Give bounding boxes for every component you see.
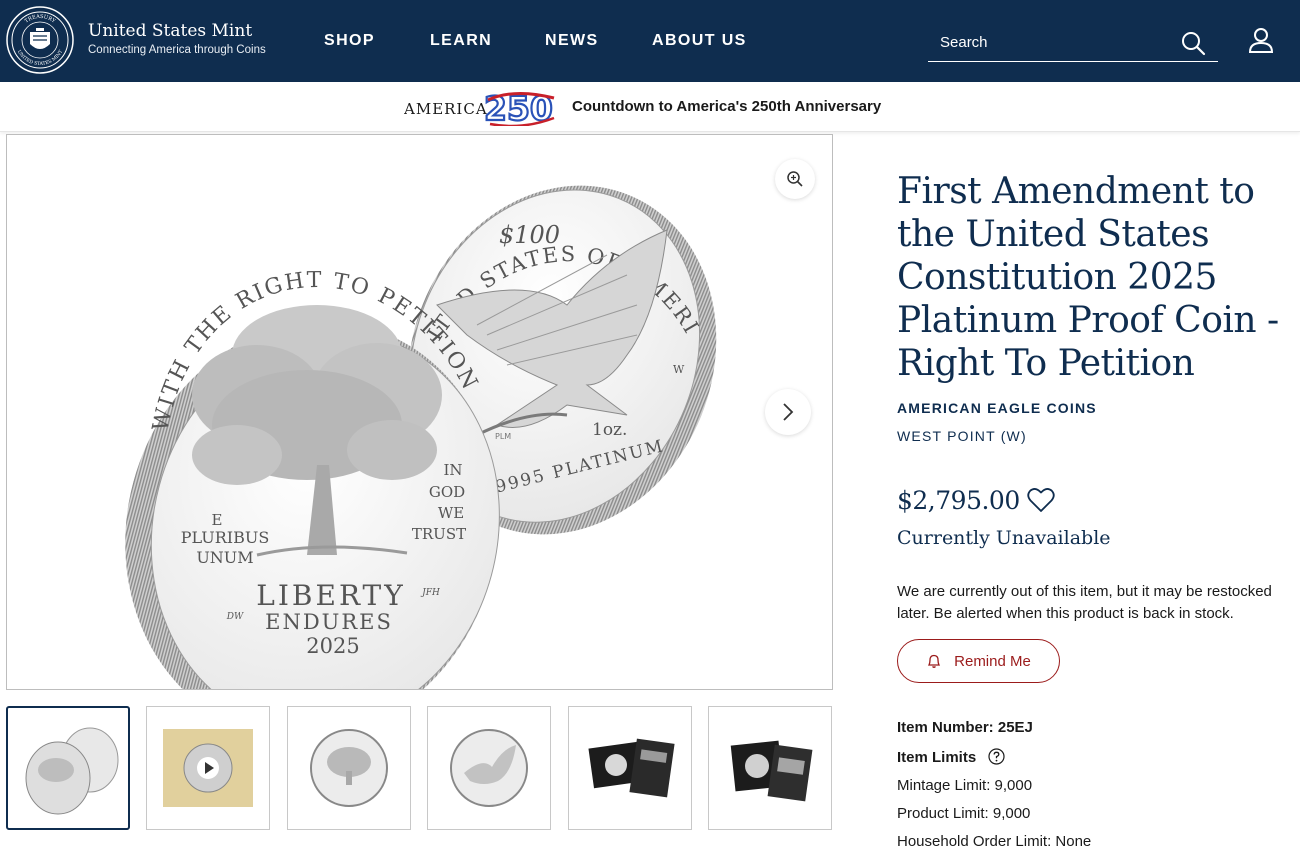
motto-unum: UNUM: [196, 548, 253, 567]
product-mint: WEST POINT (W): [897, 428, 1027, 444]
motto-e: E: [212, 511, 223, 529]
mintage-limit: Mintage Limit: 9,000: [897, 777, 1033, 794]
nav-about-us[interactable]: ABOUT US: [652, 32, 747, 50]
zoom-button[interactable]: [775, 159, 815, 199]
reverse-denomination: $100: [499, 221, 560, 249]
main-product-image[interactable]: UNITED STATES OF AMERICA $100 1oz. W PLM…: [6, 134, 833, 690]
wishlist-heart-icon[interactable]: [1027, 487, 1055, 513]
household-order-limit: Household Order Limit: None: [897, 833, 1092, 850]
thumbnail-obverse[interactable]: [287, 706, 411, 830]
anniversary-banner[interactable]: AMERICA 250 Countdown to America's 250th…: [0, 82, 1300, 132]
motto-trust: TRUST: [412, 525, 466, 543]
product-category[interactable]: AMERICAN EAGLE COINS: [897, 400, 1097, 416]
product-limit: Product Limit: 9,000: [897, 805, 1031, 822]
chevron-right-icon: [783, 403, 794, 421]
thumbnail-reverse-image: [450, 729, 528, 807]
thumbnail-obverse-image: [310, 729, 388, 807]
coin-pair-image: UNITED STATES OF AMERICA $100 1oz. W PLM…: [7, 135, 717, 689]
product-title: First Amendment to the United States Con…: [897, 171, 1279, 384]
obverse-initials-left: DW: [226, 612, 244, 622]
thumbnail-video-image: [163, 729, 253, 807]
obverse-year: 2025: [306, 634, 359, 658]
nav-shop[interactable]: SHOP: [324, 32, 375, 50]
item-number-label: Item Number:: [897, 719, 994, 736]
thumbnail-case-closed-image: [730, 740, 813, 802]
remind-me-button[interactable]: Remind Me: [897, 639, 1060, 683]
next-image-button[interactable]: [765, 389, 811, 435]
item-limits-label: Item Limits: [897, 749, 977, 766]
thumbnail-video[interactable]: [146, 706, 270, 830]
motto-we: WE: [438, 504, 464, 522]
obverse-initials-right: JFH: [420, 588, 440, 598]
help-icon[interactable]: [988, 748, 1005, 765]
thumbnail-case-open[interactable]: [568, 706, 692, 830]
zoom-in-icon: [787, 171, 803, 187]
item-limits: Item Limits: [897, 748, 1005, 766]
brand-name: United States Mint: [88, 21, 253, 41]
availability-status: Currently Unavailable: [897, 527, 1111, 549]
motto-in: IN: [443, 461, 462, 479]
thumbnail-coin-pair[interactable]: [6, 706, 130, 830]
thumbnail-case-closed[interactable]: [708, 706, 832, 830]
banner-text: Countdown to America's 250th Anniversary: [572, 98, 882, 115]
product-price: $2,795.00: [897, 486, 1020, 515]
nav-news[interactable]: NEWS: [545, 32, 599, 50]
thumbnail-case-open-image: [588, 738, 675, 798]
mint-seal-logo[interactable]: TREASURY UNITED STATES MINT: [6, 6, 74, 74]
item-number-value: 25EJ: [997, 719, 1033, 736]
reverse-weight: 1oz.: [592, 420, 627, 440]
svg-text:AMERICA: AMERICA: [404, 100, 488, 118]
motto-pluribus: PLURIBUS: [181, 528, 270, 547]
bell-icon: [928, 654, 941, 668]
search-icon[interactable]: [1180, 30, 1206, 56]
item-number: Item Number: 25EJ: [897, 719, 1033, 736]
motto-god: GOD: [429, 483, 465, 501]
nav-learn[interactable]: LEARN: [430, 32, 492, 50]
account-icon[interactable]: [1246, 26, 1276, 56]
remind-me-label: Remind Me: [954, 652, 1031, 670]
america-250-logo: AMERICA 250: [404, 90, 555, 126]
thumbnail-coin-pair-image: [25, 727, 119, 815]
search-bar: [928, 24, 1218, 62]
reverse-mint-mark: W: [673, 363, 685, 376]
obverse-endures: ENDURES: [265, 610, 393, 634]
site-header: TREASURY UNITED STATES MINT United State…: [0, 0, 1300, 82]
brand-tagline: Connecting America through Coins: [88, 44, 266, 56]
search-input[interactable]: [940, 31, 1170, 53]
obverse-liberty: LIBERTY: [256, 579, 405, 612]
thumbnail-reverse[interactable]: [427, 706, 551, 830]
reverse-designer: PLM: [495, 432, 511, 441]
brand[interactable]: United States Mint Connecting America th…: [88, 20, 266, 58]
restock-notice: We are currently out of this item, but i…: [897, 583, 1272, 622]
